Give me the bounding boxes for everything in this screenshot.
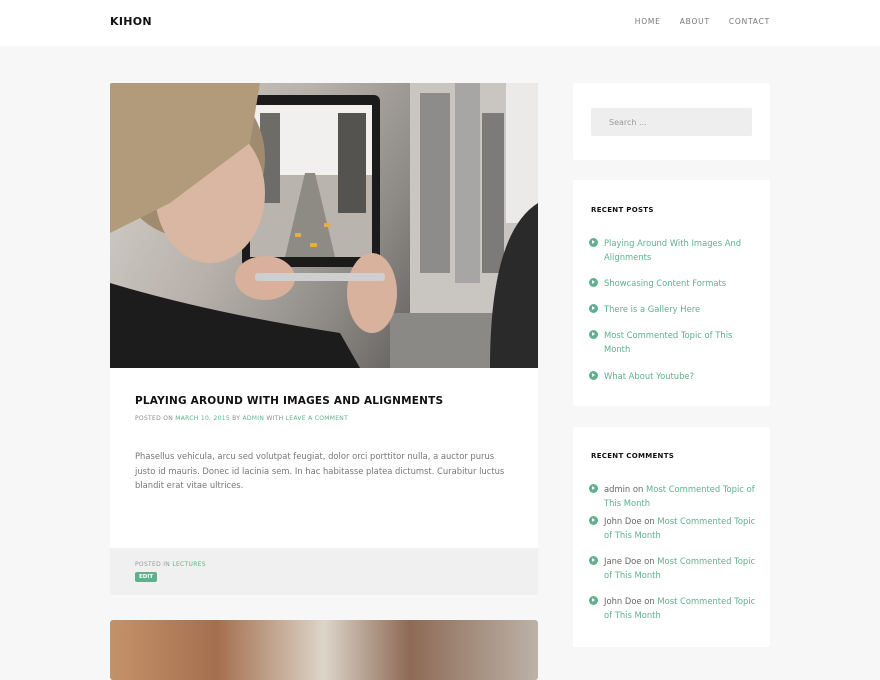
recent-comment-item: John Doe on Most Commented Topic of This… <box>589 594 759 622</box>
post-category: POSTED IN LECTURES <box>135 561 206 568</box>
leave-comment-link[interactable]: LEAVE A COMMENT <box>286 415 348 422</box>
tablet-photo-illustration <box>110 83 538 368</box>
comment-on-label: on <box>644 596 655 606</box>
search-widget <box>573 83 770 160</box>
recent-post-item: What About Youtube? <box>589 369 759 383</box>
recent-comment-item: Jane Doe on Most Commented Topic of This… <box>589 554 759 582</box>
chevron-right-icon <box>589 371 598 380</box>
comment-author: Jane Doe <box>604 556 642 566</box>
post-card: PLAYING AROUND WITH IMAGES AND ALIGNMENT… <box>110 83 538 595</box>
chevron-right-icon <box>589 278 598 287</box>
post-footer: POSTED IN LECTURES EDIT <box>110 548 538 595</box>
by-label: BY <box>232 415 241 422</box>
post-title[interactable]: PLAYING AROUND WITH IMAGES AND ALIGNMENT… <box>135 395 443 407</box>
site-logo[interactable]: KIHON <box>110 15 152 28</box>
recent-post-link[interactable]: Most Commented Topic of This Month <box>604 328 759 356</box>
chevron-right-icon <box>589 330 598 339</box>
nav-about[interactable]: ABOUT <box>680 17 710 26</box>
comment-on-label: on <box>632 484 644 494</box>
nav-home[interactable]: HOME <box>635 17 661 26</box>
comment-on-label: on <box>644 556 655 566</box>
with-label: WITH <box>266 415 284 422</box>
chevron-right-icon <box>589 596 598 605</box>
recent-post-item: There is a Gallery Here <box>589 302 759 316</box>
post-date-link[interactable]: MARCH 10, 2015 <box>175 415 230 422</box>
chevron-right-icon <box>589 484 598 493</box>
recent-posts-widget: RECENT POSTS Playing Around With Images … <box>573 180 770 406</box>
posted-on-label: POSTED ON <box>135 415 174 422</box>
edit-button[interactable]: EDIT <box>135 572 158 582</box>
recent-comment-item: John Doe on Most Commented Topic of This… <box>589 514 759 542</box>
recent-post-item: Most Commented Topic of This Month <box>589 328 759 356</box>
recent-comment-item: admin on Most Commented Topic of This Mo… <box>589 482 759 510</box>
recent-comment-text: admin on Most Commented Topic of This Mo… <box>604 482 759 510</box>
recent-posts-title: RECENT POSTS <box>591 206 654 214</box>
comment-author: admin <box>604 484 631 494</box>
recent-comments-widget: RECENT COMMENTS admin on Most Commented … <box>573 427 770 647</box>
comment-on-label: on <box>644 516 655 526</box>
next-post-image[interactable] <box>110 620 538 680</box>
post-excerpt: Phasellus vehicula, arcu sed volutpat fe… <box>135 451 505 490</box>
comment-author: John Doe <box>604 596 642 606</box>
nav-contact[interactable]: CONTACT <box>729 17 770 26</box>
main-nav: HOME ABOUT CONTACT <box>635 17 770 26</box>
recent-post-item: Playing Around With Images And Alignment… <box>589 236 759 264</box>
recent-comment-text: Jane Doe on Most Commented Topic of This… <box>604 554 759 582</box>
post-featured-image[interactable] <box>110 83 538 368</box>
category-link[interactable]: LECTURES <box>172 561 206 568</box>
chevron-right-icon <box>589 304 598 313</box>
chevron-right-icon <box>589 516 598 525</box>
recent-comment-text: John Doe on Most Commented Topic of This… <box>604 594 759 622</box>
posted-in-label: POSTED IN <box>135 561 171 568</box>
recent-post-item: Showcasing Content Formats <box>589 276 759 290</box>
recent-post-link[interactable]: Playing Around With Images And Alignment… <box>604 236 759 264</box>
recent-post-link[interactable]: What About Youtube? <box>604 369 694 383</box>
recent-post-link[interactable]: Showcasing Content Formats <box>604 276 726 290</box>
search-input[interactable] <box>591 108 752 136</box>
author-link[interactable]: ADMIN <box>242 415 264 422</box>
post-meta: POSTED ON MARCH 10, 2015 BY ADMIN WITH L… <box>135 415 348 422</box>
chevron-right-icon <box>589 556 598 565</box>
recent-post-link[interactable]: There is a Gallery Here <box>604 302 700 316</box>
recent-comments-title: RECENT COMMENTS <box>591 452 675 460</box>
site-header: KIHON HOME ABOUT CONTACT <box>0 0 880 46</box>
recent-comment-text: John Doe on Most Commented Topic of This… <box>604 514 759 542</box>
comment-author: John Doe <box>604 516 642 526</box>
chevron-right-icon <box>589 238 598 247</box>
